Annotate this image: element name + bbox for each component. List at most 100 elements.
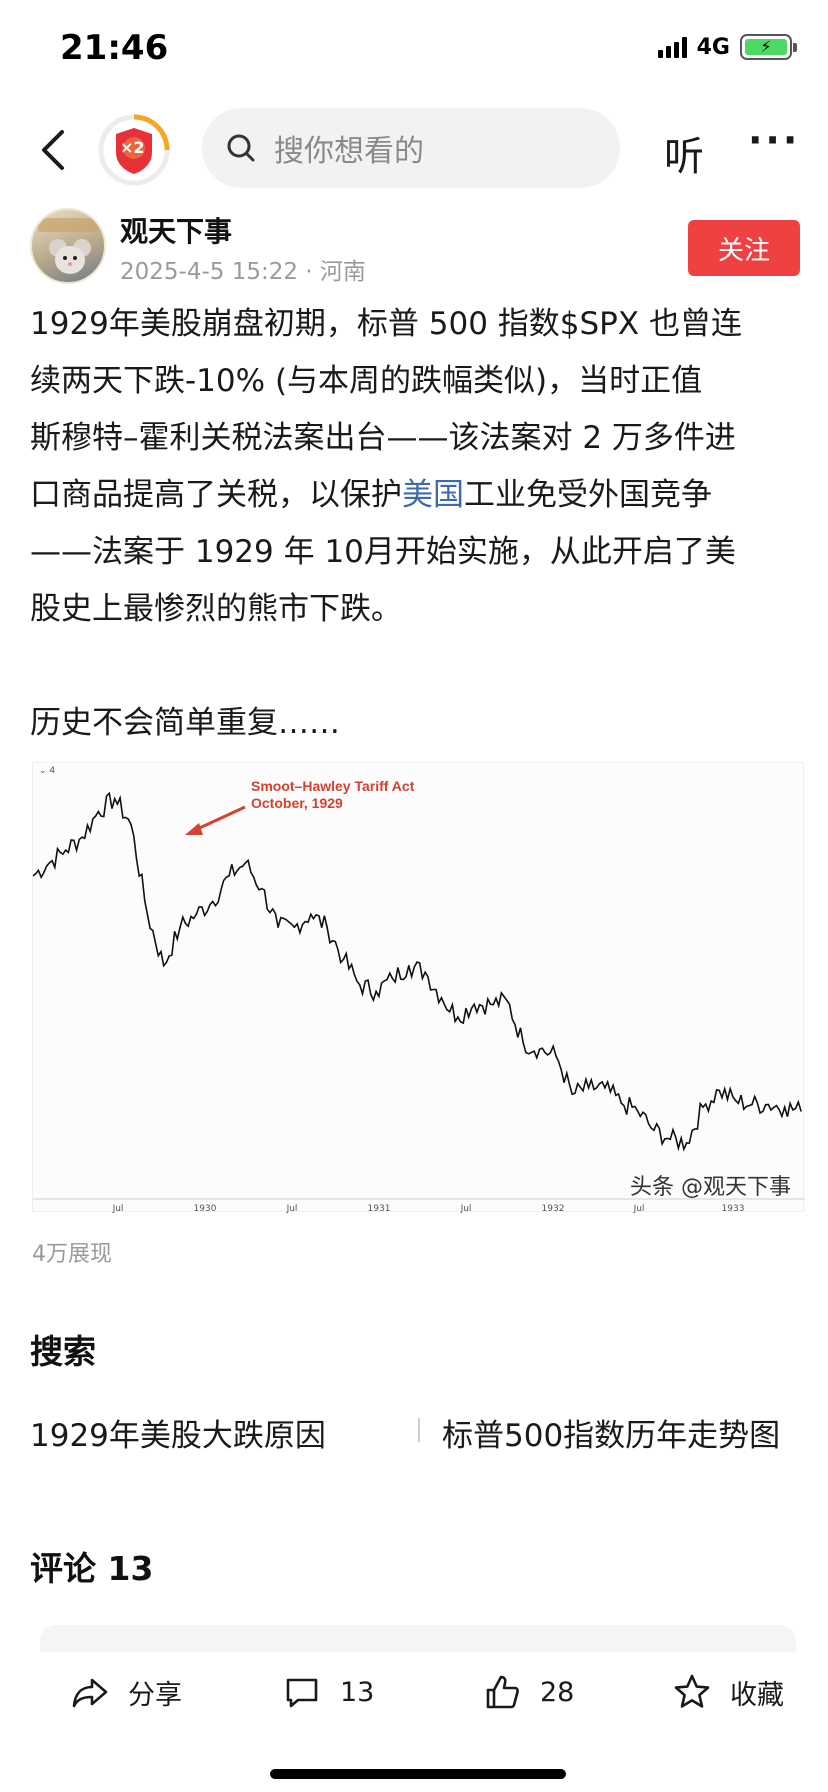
badge-multiplier: ×2 [120,138,145,157]
chart-image[interactable]: Jul 1930 Jul 1931 Jul 1932 Jul 1933 ⌄ 4 Smoot–Haw… [32,762,805,1213]
search-section-title: 搜索 [30,1332,96,1371]
thumbs-up-icon [486,1675,519,1709]
data-point [391,977,394,980]
x-tick-label: 1933 [722,1204,745,1213]
data-point [457,1016,459,1018]
series-line [33,791,802,1152]
data-point [81,836,83,838]
comment-count: 13 [340,1676,375,1708]
author-row: 观天下事 2025-4-5 15:22 · 河南 关注 [30,208,800,288]
data-point [522,1042,524,1044]
annotation-label: Smoot–Hawley Tariff Act [251,778,415,794]
status-icons: 4G ⚡ [657,34,797,60]
annotation-arrowhead [185,823,203,835]
spx-line-chart: Jul 1930 Jul 1931 Jul 1932 Jul 1933 ⌄ 4 Smoot–Haw… [33,766,805,1213]
data-point [620,1102,623,1104]
view-count: 4万展现 [32,1242,112,1267]
data-point [113,797,116,800]
article-line: 续两天下跌-10% (与本周的跌幅类似)，当时正值 [30,363,703,399]
article-text: 口商品提高了关税，以保护 [30,477,402,513]
data-point [326,926,328,928]
article-line: 股史上最惨烈的熊市下跌。 [30,591,402,627]
x-tick-label: 1931 [368,1204,391,1213]
data-point [211,900,214,903]
author-name[interactable]: 观天下事 [120,210,232,250]
share-label: 分享 [128,1679,182,1711]
data-point [130,823,132,826]
data-point [636,1110,639,1112]
data-point [571,1093,573,1095]
data-point [244,862,247,864]
network-label: 4G [696,34,730,60]
article-text: 工业免受外国竞争 [464,477,712,513]
data-point [653,1129,655,1131]
status-time: 21:46 [60,28,169,68]
usa-link[interactable]: 美国 [402,477,464,513]
data-point [408,964,410,967]
data-point [342,958,345,961]
mouse-avatar-icon [38,218,102,274]
comment-button[interactable]: 13 [282,1672,374,1712]
signal-icon [657,36,687,58]
data-point [767,1103,770,1106]
avatar[interactable] [30,208,106,284]
battery-icon: ⚡ [740,34,797,60]
data-point [64,849,67,851]
data-point [669,1138,672,1140]
data-point [293,926,296,928]
article-line: ——法案于 1929 年 10月开始实施，从此开启了美 [30,534,736,570]
data-point [179,926,181,928]
annotation-arrow [192,805,246,833]
corner-label: ⌄ 4 [39,766,55,776]
article-body: 1929年美股崩盘初期，标普 500 指数$SPX 也曾连 续两天下跌-10% … [30,296,802,752]
x-tick-label: 1930 [194,1204,217,1213]
search-placeholder: 搜你想看的 [274,134,424,169]
data-point [685,1142,688,1144]
data-point [506,999,508,1002]
like-button[interactable]: 28 [482,1672,574,1712]
data-point [277,926,279,928]
article-line: 斯穆特–霍利关税法案出台——该法案对 2 万多件进 [30,420,736,456]
data-point [473,1003,476,1006]
x-tick-label: Jul [460,1204,472,1213]
search-input[interactable]: 搜你想看的 [202,108,620,188]
data-point [195,913,198,916]
search-suggestion[interactable]: 1929年美股大跌原因 [30,1410,326,1455]
comments-title: 评论 13 [30,1549,154,1588]
data-point [375,990,377,993]
comment-icon [286,1678,318,1708]
share-button[interactable]: 分享 [70,1672,182,1712]
post-meta: 2025-4-5 15:22 · 河南 [120,259,366,285]
data-point [48,862,51,864]
data-point [489,1003,492,1006]
chevron-left-icon [42,130,64,170]
favorite-label: 收藏 [730,1679,784,1711]
data-point [751,1103,753,1106]
follow-button[interactable]: 关注 [688,220,800,276]
star-icon [674,1674,710,1708]
listen-button[interactable]: 听 [664,124,704,182]
data-point [702,1106,704,1108]
favorite-button[interactable]: 收藏 [672,1672,784,1712]
data-point [146,913,149,916]
top-nav: ×2 搜你想看的 听 ··· [0,108,828,192]
data-point [555,1054,557,1057]
search-suggestion[interactable]: 标普500指数历年走势图 [442,1410,780,1455]
data-point [604,1087,606,1089]
data-point [734,1099,737,1102]
back-button[interactable] [34,128,74,172]
status-bar: 21:46 4G ⚡ [0,0,828,100]
data-point [440,997,443,999]
more-button[interactable]: ··· [748,118,800,162]
data-point [800,1110,802,1112]
data-point [228,875,230,877]
annotation-label: October, 1929 [251,795,343,811]
x-tick-label: Jul [112,1204,124,1213]
data-point [97,810,100,813]
x-tick-label: Jul [286,1204,298,1213]
divider [418,1418,420,1442]
search-icon [227,134,255,162]
reward-badge-button[interactable]: ×2 [96,112,172,188]
data-point [538,1048,541,1050]
data-point [162,964,165,967]
